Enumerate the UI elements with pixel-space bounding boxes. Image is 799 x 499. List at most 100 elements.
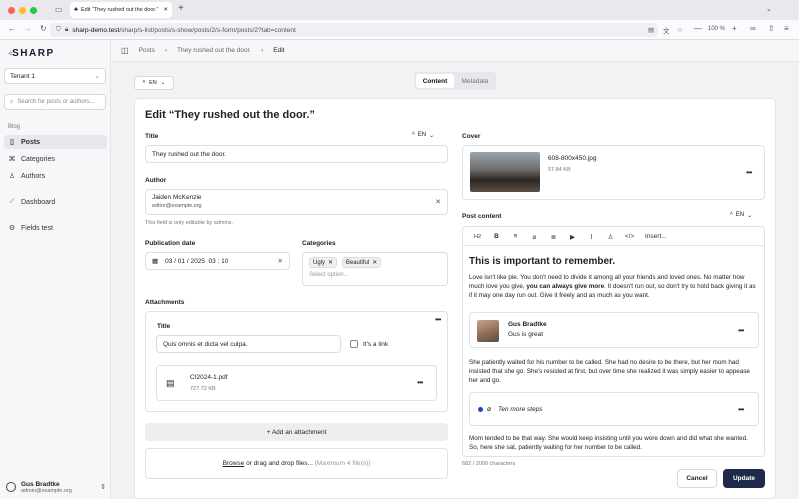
remove-chip-icon[interactable]: ✕ <box>372 259 377 266</box>
attachment-file: ▤ CI2024-1.pdf 727.72 KB ••• <box>156 365 437 401</box>
code-icon[interactable]: </> <box>620 233 639 240</box>
bookmark-star-icon[interactable]: ☆ <box>677 26 683 34</box>
reader-icon[interactable]: ▤ <box>648 26 654 34</box>
breadcrumb-edit: Edit <box>273 47 285 54</box>
shield-icon: ⛉ <box>56 26 61 33</box>
more-actions-icon[interactable]: ••• <box>738 326 744 335</box>
attachment-icon[interactable]: ⌇ <box>582 233 601 241</box>
breadcrumb-posts[interactable]: Posts <box>139 47 155 54</box>
search-input[interactable]: ⌕ Search for posts or authors... <box>4 94 106 110</box>
title-input[interactable]: They rushed out the door. <box>145 145 448 163</box>
tab-list-icon[interactable]: ⌄ <box>766 5 772 13</box>
share-icon[interactable]: ⇧ <box>768 24 775 33</box>
minimize-window-button[interactable] <box>19 7 26 14</box>
sidebar-item-posts[interactable]: ▯ Posts <box>4 135 107 149</box>
new-tab-button[interactable]: + <box>178 3 184 14</box>
chevron-updown-icon: ⇕ <box>100 484 106 491</box>
sidebar-item-authors[interactable]: ♙ Authors <box>4 169 107 183</box>
tab-metadata[interactable]: Metadata <box>456 74 494 88</box>
bold-icon[interactable]: B <box>487 233 506 240</box>
menu-icon[interactable]: ≡ <box>784 24 789 33</box>
cover-label: Cover <box>462 133 481 140</box>
app-logo[interactable]: ⁖SHARP <box>8 48 55 59</box>
url-bar[interactable]: ⛉ 🔒︎ sharp-demo.test/sharp/s-list/posts/… <box>50 23 683 37</box>
link-icon[interactable]: ⌀ <box>525 233 544 241</box>
user-icon: ♙ <box>8 173 16 180</box>
chevron-down-icon: ⌄ <box>160 80 166 86</box>
editor-toolbar: H2 B ≡ ⌀ ≣ ▶ ⌇ ♙ </> Insert... <box>462 228 765 246</box>
translate-icon[interactable]: 文 <box>663 25 670 35</box>
sidebar-item-dashboard[interactable]: ⟋ Dashboard <box>4 195 107 209</box>
zoom-level[interactable]: 100 % <box>708 26 725 32</box>
more-actions-icon[interactable]: ••• <box>417 378 423 387</box>
zoom-out-icon[interactable]: — <box>694 24 702 33</box>
hierarchy-icon: ⌘ <box>8 156 16 163</box>
bullet-dot-icon <box>478 407 483 412</box>
user-icon[interactable]: ♙ <box>601 233 620 241</box>
title-label: Title <box>145 133 159 140</box>
title-locale-select[interactable]: ᴬ EN ⌄ <box>412 132 434 139</box>
insert-dropdown[interactable]: Insert... <box>645 233 667 240</box>
sidebar-item-categories[interactable]: ⌘ Categories <box>4 152 107 166</box>
character-count: 682 / 2000 characters <box>462 461 516 467</box>
toggle-sidebar-icon[interactable]: ◫ <box>121 46 129 55</box>
locale-select[interactable]: ᴬ EN ⌄ <box>134 76 174 90</box>
more-actions-icon[interactable]: ••• <box>738 405 744 414</box>
update-button[interactable]: Update <box>723 469 765 488</box>
tab-overview-icon[interactable]: ▭ <box>55 5 63 14</box>
editor-paragraph: Mom tended to be that way. She would kee… <box>469 435 748 451</box>
author-label: Author <box>145 177 167 184</box>
chevron-down-icon: ⌄ <box>429 133 435 139</box>
chart-icon: ⟋ <box>9 198 15 205</box>
tab-content[interactable]: Content <box>416 74 454 88</box>
category-chip: Ugly ✕ <box>309 257 338 268</box>
browser-tab[interactable]: ♣ Edit “They rushed out the door.” ✕ <box>70 2 172 18</box>
close-window-button[interactable] <box>8 7 15 14</box>
zoom-in-icon[interactable]: + <box>732 24 737 33</box>
embedded-steps-block: ⌀ Ten more steps ••• <box>469 392 759 426</box>
user-email: admin@example.org <box>21 487 72 494</box>
more-actions-icon[interactable]: ••• <box>746 168 752 177</box>
attachment-title-input[interactable]: Quis omnis et dicta vel culpa. <box>156 335 341 353</box>
tenant-select[interactable]: Tenant 1 ⌄ <box>4 68 106 84</box>
remove-chip-icon[interactable]: ✕ <box>328 259 333 266</box>
editor-heading: This is important to remember. <box>469 256 616 267</box>
translate-icon: ᴬ <box>142 80 146 86</box>
user-menu[interactable]: Gus Bradtke admin@example.org ⇕ <box>6 476 106 498</box>
attachments-label: Attachments <box>145 299 185 306</box>
reload-icon[interactable]: ↻ <box>40 24 47 33</box>
favicon-icon: ♣ <box>74 7 78 13</box>
author-photo <box>477 320 499 342</box>
video-icon[interactable]: ▶ <box>563 233 582 241</box>
browser-navbar: ← → ↻ ⛉ 🔒︎ sharp-demo.test/sharp/s-list/… <box>0 20 799 40</box>
back-icon[interactable]: ← <box>8 24 16 33</box>
ordered-list-icon[interactable]: ≣ <box>544 233 563 241</box>
categories-select[interactable]: Ugly ✕ Beautiful ✕ Select option... <box>302 252 448 286</box>
page-title: Edit “They rushed out the door.” <box>145 109 315 121</box>
sidebar-item-fields-test[interactable]: ⚙ Fields test <box>4 221 107 235</box>
breadcrumb-post[interactable]: They rushed out the door. <box>177 47 251 54</box>
publication-date-input[interactable]: ▦ 03 / 01 / 2025 03 : 10 ✕ <box>145 252 290 270</box>
close-tab-icon[interactable]: ✕ <box>163 7 168 13</box>
forward-icon[interactable]: → <box>24 24 32 33</box>
clear-icon[interactable]: ✕ <box>435 198 441 206</box>
lock-icon: 🔒︎ <box>64 26 69 33</box>
breadcrumb: ◫ Posts › They rushed out the door. › Ed… <box>111 40 799 62</box>
extension-icon[interactable]: ∞ <box>750 24 756 33</box>
clear-icon[interactable]: ✕ <box>278 257 283 265</box>
add-attachment-button[interactable]: + Add an attachment <box>145 423 448 441</box>
attachment-item: ••• Title Quis omnis et dicta vel culpa.… <box>145 311 448 412</box>
form-tabs: Content Metadata <box>414 72 496 90</box>
author-select[interactable]: Jaiden McKenzie editor@example.org ✕ <box>145 189 448 215</box>
file-dropzone[interactable]: Browse or drag and drop files... (Maximu… <box>145 448 448 479</box>
is-link-checkbox[interactable]: It's a link <box>350 340 388 348</box>
more-actions-icon[interactable]: ••• <box>435 315 441 324</box>
heading-icon[interactable]: H2 <box>468 234 487 240</box>
zoom-window-button[interactable] <box>30 7 37 14</box>
cover-upload: 608-800x450.jpg 57.84 KB ••• <box>462 145 765 200</box>
category-chip: Beautiful ✕ <box>341 257 382 268</box>
list-icon[interactable]: ≡ <box>506 233 525 240</box>
cancel-button[interactable]: Cancel <box>677 469 717 488</box>
categories-label: Categories <box>302 240 336 247</box>
content-locale-select[interactable]: ᴬ EN ⌄ <box>730 212 752 219</box>
